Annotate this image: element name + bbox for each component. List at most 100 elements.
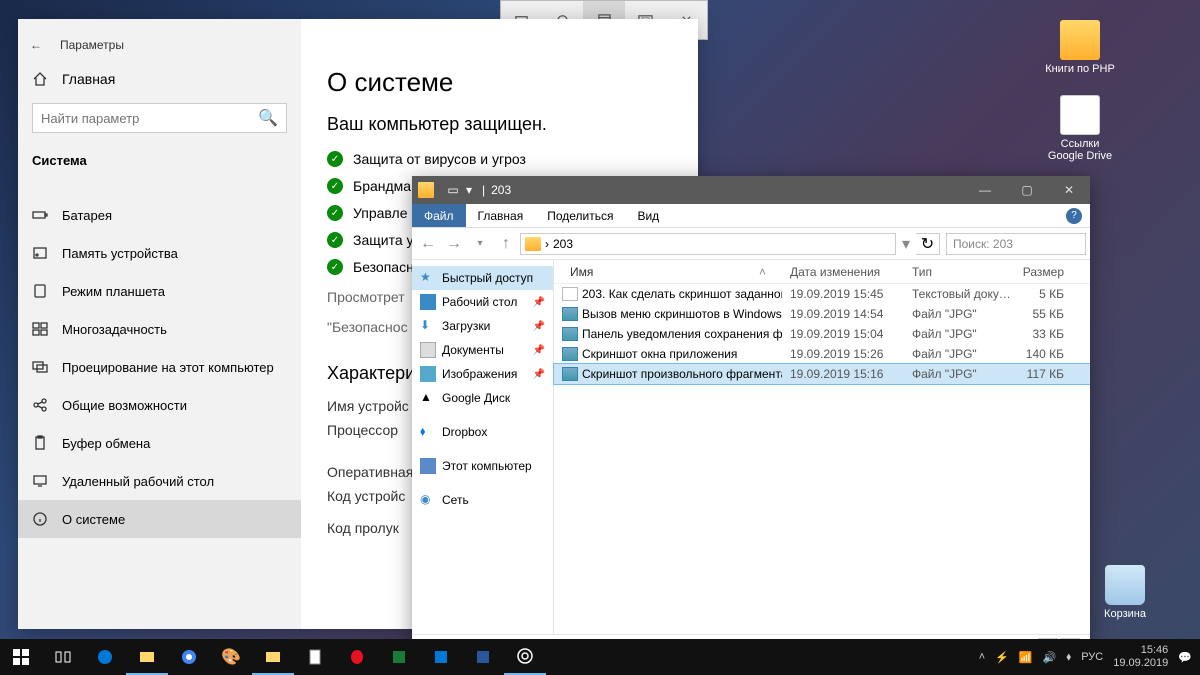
tray-clock[interactable]: 15:46 19.09.2019 xyxy=(1113,644,1168,670)
opera-icon[interactable] xyxy=(336,639,378,675)
columns-header: Имя˄ Дата изменения Тип Размер xyxy=(554,260,1090,284)
explorer-titlebar[interactable]: ▭▾ | 203 — ▢ ✕ xyxy=(412,176,1090,204)
file-row[interactable]: Скриншот окна приложения19.09.2019 15:26… xyxy=(554,344,1090,364)
pin-icon: 📌 xyxy=(533,321,545,332)
address-bar: ← → ▾ ↑ › 203 ▾ ↻ Поиск: 203 xyxy=(412,228,1090,260)
sidebar-item-shared[interactable]: Общие возможности xyxy=(18,386,301,424)
folder-icon xyxy=(525,237,541,251)
nav-downloads[interactable]: ⬇Загрузки📌 xyxy=(412,314,553,338)
explorer-search[interactable]: Поиск: 203 xyxy=(946,233,1086,255)
maximize-icon[interactable]: ▢ xyxy=(1006,176,1048,204)
txt-file-icon xyxy=(562,287,578,301)
file-row[interactable]: 203. Как сделать скриншот заданной о...1… xyxy=(554,284,1090,304)
minimize-icon[interactable]: — xyxy=(964,176,1006,204)
sidebar-item-remote[interactable]: Удаленный рабочий стол xyxy=(18,462,301,500)
notepad-icon[interactable] xyxy=(294,639,336,675)
outlook-icon[interactable] xyxy=(420,639,462,675)
explorer-taskbar-icon[interactable] xyxy=(126,639,168,675)
explorer-window: ▭▾ | 203 — ▢ ✕ Файл Главная Поделиться В… xyxy=(412,176,1090,656)
sidebar-item-storage[interactable]: Память устройства xyxy=(18,234,301,272)
tray-net-icon[interactable]: 📶 xyxy=(1019,651,1033,664)
check-icon: ✓ xyxy=(327,232,343,248)
settings-home[interactable]: Главная xyxy=(18,61,301,97)
tray-notif-icon[interactable]: 💬 xyxy=(1178,651,1192,664)
sidebar-item-multitask[interactable]: Многозадачность xyxy=(18,310,301,348)
search-icon: 🔍 xyxy=(258,108,278,128)
paint-icon[interactable]: 🎨 xyxy=(210,639,252,675)
desktop-icon-bin[interactable]: Корзина xyxy=(1090,565,1160,620)
tray-dropbox-icon[interactable]: ⬧ xyxy=(1066,651,1071,664)
ribbon-home[interactable]: Главная xyxy=(466,204,536,227)
sidebar-item-project[interactable]: Проецирование на этот компьютер xyxy=(18,348,301,386)
desktop-icon-gdrive[interactable]: Ссылки Google Drive xyxy=(1045,95,1115,162)
check-icon: ✓ xyxy=(327,259,343,275)
chrome-icon[interactable] xyxy=(168,639,210,675)
nav-gdrive[interactable]: ▲Google Диск xyxy=(412,386,553,410)
file-row[interactable]: Вызов меню скриншотов в Windows 1019.09.… xyxy=(554,304,1090,324)
qa-props-icon[interactable]: ▭ xyxy=(446,183,460,197)
col-name[interactable]: Имя˄ xyxy=(554,265,782,279)
ribbon-file[interactable]: Файл xyxy=(412,204,466,227)
col-size[interactable]: Размер xyxy=(1012,265,1072,279)
taskbar: 🎨 ˄ ⚡ 📶 🔊 ⬧ РУС 15:46 19.09.2019 💬 xyxy=(0,639,1200,675)
pin-icon: 📌 xyxy=(533,297,545,308)
page-subtitle: Ваш компьютер защищен. xyxy=(327,114,672,135)
nav-desktop[interactable]: Рабочий стол📌 xyxy=(412,290,553,314)
jpg-file-icon xyxy=(562,327,578,341)
sidebar-item-battery[interactable]: Батарея xyxy=(18,196,301,234)
jpg-file-icon xyxy=(562,347,578,361)
settings-category: Система xyxy=(18,143,301,178)
tray-lang[interactable]: РУС xyxy=(1081,651,1103,663)
excel-icon[interactable] xyxy=(378,639,420,675)
sidebar-item-tablet[interactable]: Режим планшета xyxy=(18,272,301,310)
back-icon[interactable]: ← xyxy=(30,38,42,52)
ribbon-share[interactable]: Поделиться xyxy=(535,204,625,227)
jpg-file-icon xyxy=(562,307,578,321)
page-title: О системе xyxy=(327,67,672,98)
explorer2-icon[interactable] xyxy=(252,639,294,675)
close-icon[interactable]: ✕ xyxy=(1048,176,1090,204)
nav-quick[interactable]: ★Быстрый доступ xyxy=(412,266,553,290)
file-row[interactable]: Скриншот произвольного фрагмента ...19.0… xyxy=(554,364,1090,384)
desktop-icon-php[interactable]: Книги по PHP xyxy=(1045,20,1115,75)
jpg-file-icon xyxy=(562,367,578,381)
check-virus: ✓Защита от вирусов и угроз xyxy=(327,151,672,167)
edge-icon[interactable] xyxy=(84,639,126,675)
pin-icon: 📌 xyxy=(533,345,545,356)
nav-up-icon[interactable]: ↑ xyxy=(494,232,518,256)
ribbon-view[interactable]: Вид xyxy=(625,204,671,227)
file-list: Имя˄ Дата изменения Тип Размер 203. Как … xyxy=(554,260,1090,634)
settings-taskbar-icon[interactable] xyxy=(504,639,546,675)
nav-documents[interactable]: Документы📌 xyxy=(412,338,553,362)
explorer-ribbon: Файл Главная Поделиться Вид ? xyxy=(412,204,1090,228)
nav-pictures[interactable]: Изображения📌 xyxy=(412,362,553,386)
tray-up-icon[interactable]: ˄ xyxy=(979,651,985,663)
nav-thispc[interactable]: Этот компьютер xyxy=(412,454,553,478)
file-row[interactable]: Панель уведомления сохранения фраг...19.… xyxy=(554,324,1090,344)
check-icon: ✓ xyxy=(327,205,343,221)
sidebar-item-about[interactable]: О системе xyxy=(18,500,301,538)
tray-vol-icon[interactable]: 🔊 xyxy=(1043,651,1057,664)
refresh-icon[interactable]: ↻ xyxy=(916,233,940,255)
qa-new-icon[interactable]: ▾ xyxy=(462,183,476,197)
start-button[interactable] xyxy=(0,639,42,675)
nav-dropbox[interactable]: ⬧Dropbox xyxy=(412,420,553,444)
nav-fwd-icon[interactable]: → xyxy=(442,232,466,256)
sidebar-item-clipboard[interactable]: Буфер обмена xyxy=(18,424,301,462)
nav-back-icon[interactable]: ← xyxy=(416,232,440,256)
help-icon[interactable]: ? xyxy=(1066,208,1082,224)
breadcrumb[interactable]: › 203 xyxy=(520,233,896,255)
home-icon xyxy=(32,71,48,87)
settings-search[interactable]: 🔍 xyxy=(32,103,287,133)
nav-network[interactable]: ◉Сеть xyxy=(412,488,553,512)
taskview-icon[interactable] xyxy=(42,639,84,675)
word-icon[interactable] xyxy=(462,639,504,675)
nav-recent-icon[interactable]: ▾ xyxy=(468,232,492,256)
col-type[interactable]: Тип xyxy=(904,265,1012,279)
check-icon: ✓ xyxy=(327,178,343,194)
check-icon: ✓ xyxy=(327,151,343,167)
search-input[interactable] xyxy=(41,111,258,126)
col-date[interactable]: Дата изменения xyxy=(782,265,904,279)
folder-icon xyxy=(418,182,434,198)
tray-wifi-icon[interactable]: ⚡ xyxy=(995,651,1009,664)
